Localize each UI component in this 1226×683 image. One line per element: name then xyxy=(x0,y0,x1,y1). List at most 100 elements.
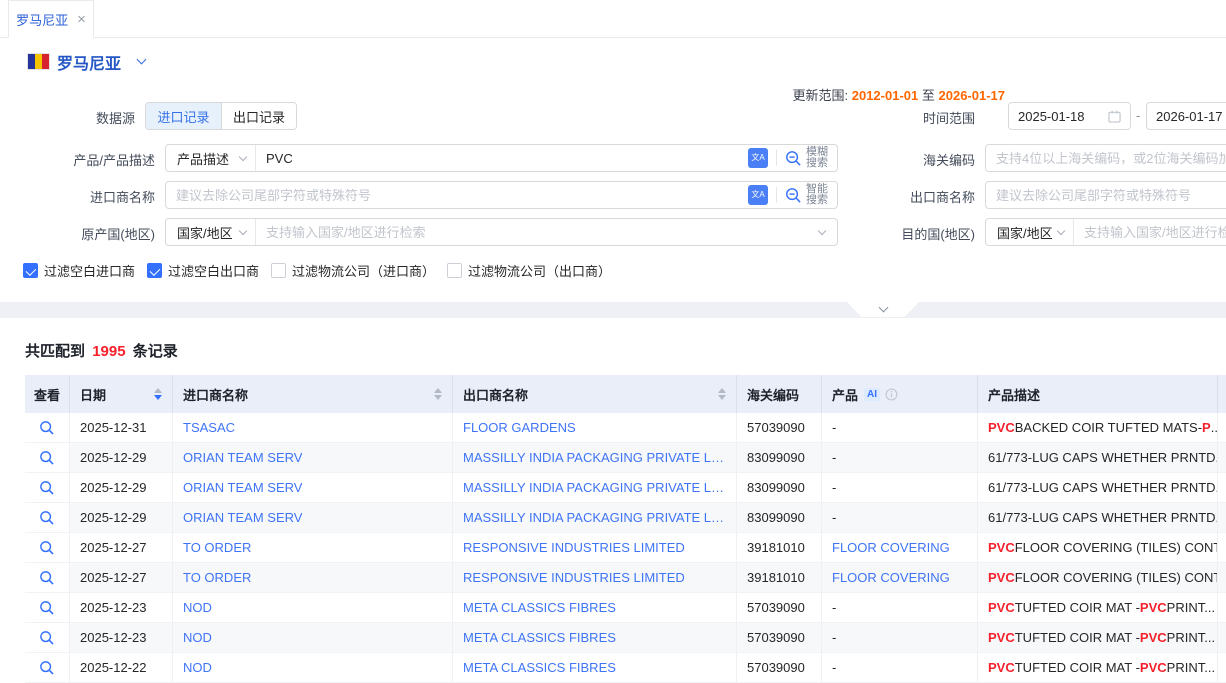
column-header-importer[interactable]: 进口商名称 xyxy=(173,375,453,413)
importer-link[interactable]: TO ORDER xyxy=(183,570,251,585)
importer-link[interactable]: ORIAN TEAM SERV xyxy=(183,510,302,525)
column-header-more xyxy=(1218,375,1226,413)
view-record-button[interactable] xyxy=(39,420,55,436)
exporter-cell: META CLASSICS FIBRES xyxy=(453,593,737,623)
chevron-down-icon[interactable] xyxy=(818,226,826,234)
checkbox-icon[interactable] xyxy=(271,263,286,278)
checkbox-icon[interactable] xyxy=(447,263,462,278)
search-icon xyxy=(785,150,802,167)
column-header-desc: 产品描述 xyxy=(978,375,1218,413)
segment-export-records[interactable]: 出口记录 xyxy=(221,103,296,129)
product-type-select[interactable]: 产品描述 xyxy=(166,145,256,171)
origin-input[interactable] xyxy=(256,219,819,245)
column-header-exporter[interactable]: 出口商名称 xyxy=(453,375,737,413)
importer-input[interactable] xyxy=(166,182,748,208)
exporter-link[interactable]: MASSILLY INDIA PACKAGING PRIVATE LIMI... xyxy=(463,480,726,495)
filter-checkbox-2[interactable]: 过滤物流公司（进口商） xyxy=(271,261,435,280)
sort-desc-icon xyxy=(434,395,442,400)
view-record-button[interactable] xyxy=(39,510,55,526)
destination-label: 目的国(地区) xyxy=(895,224,975,243)
filter-checkbox-1[interactable]: 过滤空白出口商 xyxy=(147,261,259,280)
importer-link[interactable]: NOD xyxy=(183,630,212,645)
hs-code-input[interactable] xyxy=(986,145,1226,171)
view-record-button[interactable] xyxy=(39,540,55,556)
checkbox-icon[interactable] xyxy=(147,263,162,278)
importer-label: 进口商名称 xyxy=(0,187,155,206)
description-text: BACKED COIR TUFTED MATS- xyxy=(1015,420,1202,435)
date-end-input[interactable]: 2026-01-17 xyxy=(1146,102,1226,130)
view-cell xyxy=(25,413,70,443)
fuzzy-search-button[interactable]: 模糊搜索 xyxy=(785,147,837,170)
hs-code-cell: 57039090 xyxy=(737,623,822,653)
product-cell: - xyxy=(822,473,978,503)
exporter-input[interactable] xyxy=(986,182,1226,208)
product-link[interactable]: FLOOR COVERING xyxy=(832,570,950,585)
sort-control-exporter[interactable] xyxy=(718,388,726,400)
product-link[interactable]: FLOOR COVERING xyxy=(832,540,950,555)
sort-control-date[interactable] xyxy=(154,388,162,400)
exporter-link[interactable]: META CLASSICS FIBRES xyxy=(463,630,616,645)
destination-input[interactable] xyxy=(1074,219,1226,245)
exporter-link[interactable]: RESPONSIVE INDUSTRIES LIMITED xyxy=(463,540,685,555)
segment-import-records[interactable]: 进口记录 xyxy=(146,103,221,129)
column-header-date[interactable]: 日期 xyxy=(70,375,173,413)
translate-icon[interactable]: 文A xyxy=(748,148,768,168)
smart-search-button[interactable]: 智能搜索 xyxy=(785,184,837,207)
chevron-down-icon[interactable] xyxy=(137,55,147,65)
filter-checkbox-3[interactable]: 过滤物流公司（出口商） xyxy=(447,261,611,280)
description-text: 61/773-LUG CAPS WHETHER PRNTD... xyxy=(988,450,1218,465)
exporter-link[interactable]: FLOOR GARDENS xyxy=(463,420,576,435)
view-record-button[interactable] xyxy=(39,660,55,676)
importer-cell: ORIAN TEAM SERV xyxy=(173,473,453,503)
checkbox-icon[interactable] xyxy=(23,263,38,278)
description-text: TUFTED COIR MAT - xyxy=(1015,660,1140,675)
exporter-link[interactable]: RESPONSIVE INDUSTRIES LIMITED xyxy=(463,570,685,585)
importer-link[interactable]: NOD xyxy=(183,600,212,615)
country-name[interactable]: 罗马尼亚 xyxy=(57,50,121,74)
collapse-filters-button[interactable] xyxy=(847,302,919,317)
view-record-button[interactable] xyxy=(39,480,55,496)
calendar-icon[interactable] xyxy=(1108,110,1121,123)
exporter-link[interactable]: MASSILLY INDIA PACKAGING PRIVATE LIMI... xyxy=(463,510,726,525)
exporter-link[interactable]: MASSILLY INDIA PACKAGING PRIVATE LIMI... xyxy=(463,450,726,465)
exporter-cell: MASSILLY INDIA PACKAGING PRIVATE LIMI... xyxy=(453,473,737,503)
importer-link[interactable]: TSASAC xyxy=(183,420,235,435)
column-header-product: 产品AI xyxy=(822,375,978,413)
importer-cell: ORIAN TEAM SERV xyxy=(173,443,453,473)
view-record-button[interactable] xyxy=(39,450,55,466)
column-label: 出口商名称 xyxy=(463,385,528,404)
hs-code-cell: 57039090 xyxy=(737,653,822,683)
product-input[interactable] xyxy=(256,145,748,171)
view-cell xyxy=(25,533,70,563)
view-record-button[interactable] xyxy=(39,630,55,646)
info-circle-icon[interactable] xyxy=(885,388,898,401)
importer-link[interactable]: ORIAN TEAM SERV xyxy=(183,480,302,495)
exporter-link[interactable]: META CLASSICS FIBRES xyxy=(463,660,616,675)
product-empty: - xyxy=(832,510,836,525)
destination-type-select[interactable]: 国家/地区 xyxy=(986,219,1074,245)
importer-link[interactable]: NOD xyxy=(183,660,212,675)
view-record-button[interactable] xyxy=(39,600,55,616)
origin-control: 国家/地区 xyxy=(165,218,838,246)
translate-icon[interactable]: 文A xyxy=(748,185,768,205)
view-record-button[interactable] xyxy=(39,570,55,586)
tab-close-icon[interactable]: × xyxy=(77,12,86,27)
date-start-input[interactable]: 2025-01-18 xyxy=(1008,102,1131,130)
hs-code-cell: 39181010 xyxy=(737,563,822,593)
filter-checkbox-0[interactable]: 过滤空白进口商 xyxy=(23,261,135,280)
description-text: 61/773-LUG CAPS WHETHER PRNTD... xyxy=(988,480,1218,495)
origin-type-select[interactable]: 国家/地区 xyxy=(166,219,256,245)
tab-romania[interactable]: 罗马尼亚 × xyxy=(8,0,94,38)
importer-cell: NOD xyxy=(173,653,453,683)
column-header-view: 查看 xyxy=(25,375,70,413)
exporter-link[interactable]: META CLASSICS FIBRES xyxy=(463,600,616,615)
table-row: 2025-12-22NODMETA CLASSICS FIBRES5703909… xyxy=(25,653,1226,683)
sort-control-importer[interactable] xyxy=(434,388,442,400)
view-cell xyxy=(25,653,70,683)
sort-desc-icon xyxy=(718,395,726,400)
hs-code-control xyxy=(985,144,1226,172)
importer-link[interactable]: TO ORDER xyxy=(183,540,251,555)
product-cell: FLOOR COVERING xyxy=(822,563,978,593)
importer-link[interactable]: ORIAN TEAM SERV xyxy=(183,450,302,465)
table-row: 2025-12-31TSASACFLOOR GARDENS57039090-PV… xyxy=(25,413,1226,443)
